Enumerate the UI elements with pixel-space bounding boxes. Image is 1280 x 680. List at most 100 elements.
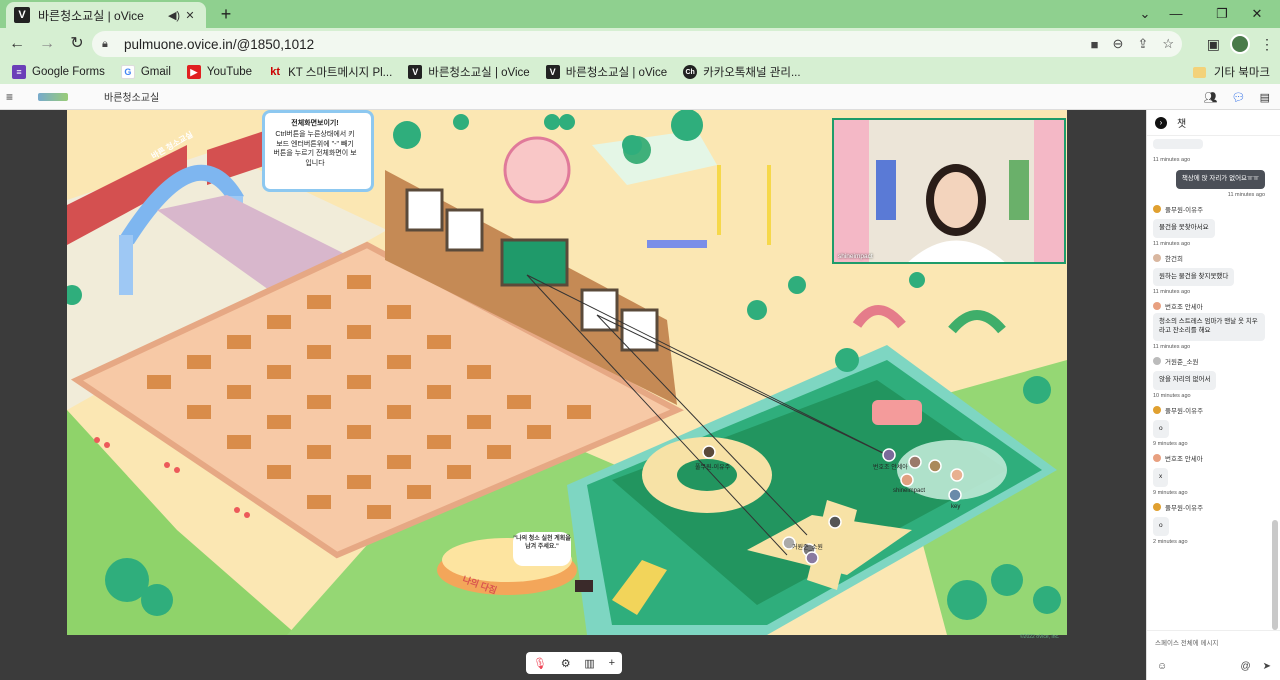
pulmuone-logo[interactable] bbox=[38, 92, 68, 101]
map-icon[interactable]: ▥ bbox=[584, 657, 594, 670]
zoom-icon[interactable]: ⊖ bbox=[1113, 36, 1124, 52]
reload-button[interactable]: ↻ bbox=[64, 31, 90, 57]
back-button[interactable]: ← bbox=[4, 31, 30, 57]
fullscreen-notice[interactable]: 전체화면보이기! Ctrl버튼을 누른상태에서 키보드 엔터버튼위에 "-" 빼… bbox=[262, 110, 374, 192]
chevron-right-icon[interactable]: › bbox=[1155, 116, 1167, 129]
browser-tab[interactable]: V 바른청소교실 | oVice ◀) ✕ bbox=[6, 2, 206, 28]
bookmark-label: YouTube bbox=[206, 66, 253, 78]
bookmark-label: 바른청소교실 | oVice bbox=[565, 67, 668, 79]
chat-message-list[interactable]: 11 minutes ago 책상에 앉 자리가 없어요ㅠㅠ 11 minute… bbox=[1147, 136, 1269, 630]
bookmark-label: Google Forms bbox=[32, 66, 105, 78]
message-bubble: 책상에 앉 자리가 없어요ㅠㅠ bbox=[1175, 170, 1265, 189]
sender-name: 풀무원-이유주 bbox=[1165, 505, 1204, 513]
user-label[interactable]: key bbox=[951, 504, 960, 510]
add-icon[interactable]: + bbox=[609, 657, 615, 669]
members-icon[interactable]: 👥︎ bbox=[1204, 91, 1218, 104]
message-bubble: 앉을 자리의 없어서 bbox=[1153, 370, 1217, 390]
sender-name: 번호조 안세아 bbox=[1165, 456, 1203, 464]
kebab-menu-icon[interactable]: ⋮ bbox=[1260, 36, 1274, 53]
ovice-favicon-icon: V bbox=[14, 7, 30, 23]
bookmark-label: 카카오톡채널 관리... bbox=[703, 67, 801, 79]
bookmark-ovice-2[interactable]: V 바른청소교실 | oVice bbox=[545, 64, 668, 80]
forms-icon: ≡ bbox=[12, 65, 26, 79]
camera-icon[interactable]: ■ bbox=[1091, 37, 1099, 52]
youtube-icon: ▶ bbox=[186, 65, 201, 79]
message-time: 2 minutes ago bbox=[1153, 538, 1188, 545]
message-time: 11 minutes ago bbox=[1227, 191, 1265, 198]
sidebar-icon[interactable]: ▣ bbox=[1207, 36, 1220, 53]
message-bubble: o bbox=[1153, 419, 1169, 439]
minimize-button[interactable]: — bbox=[1153, 0, 1199, 28]
new-tab-button[interactable]: + bbox=[216, 4, 236, 24]
message-bubble: 원하는 물건을 찾지못했다 bbox=[1153, 267, 1235, 287]
sender-name: 한건희 bbox=[1165, 255, 1183, 263]
bookmark-youtube[interactable]: ▶ YouTube bbox=[186, 65, 253, 79]
bookmarks-bar: ≡ Google Forms G Gmail ▶ YouTube kt KT 스… bbox=[0, 60, 1280, 84]
hamburger-menu-icon[interactable]: ≡ bbox=[6, 90, 20, 104]
chat-message: 11 minutes ago bbox=[1153, 136, 1269, 163]
google-icon: G bbox=[120, 65, 135, 79]
bookmark-gmail[interactable]: G Gmail bbox=[120, 65, 171, 79]
settings-gear-icon[interactable]: ⚙︎ bbox=[561, 657, 571, 670]
profile-avatar[interactable] bbox=[1230, 34, 1250, 54]
map-copyright: ©2022 oVice, Inc. bbox=[1020, 634, 1060, 640]
video-tile[interactable]: shineimpact bbox=[832, 118, 1066, 264]
message-time: 9 minutes ago bbox=[1153, 441, 1188, 448]
bookmark-label: 바른청소교실 | oVice bbox=[428, 67, 530, 79]
chat-input[interactable]: 스페이스 전체에 메시지 ☺ @ ➤ bbox=[1147, 630, 1280, 680]
send-icon[interactable]: ➤ bbox=[1263, 661, 1271, 672]
avatar bbox=[1153, 503, 1161, 512]
message-bubble: 물건을 못찾아서요 bbox=[1153, 218, 1215, 238]
chat-message: 풀무원-이유주 o 2 minutes ago bbox=[1153, 500, 1269, 545]
address-bar[interactable]: 🔒︎ pulmuone.ovice.in/@1850,1012 ■ ⊖ ⇪ ☆ bbox=[92, 31, 1182, 57]
message-bubble: 청소의 스트레스 엄마가 맨날 옷 치우라고 잔소리를 해요 bbox=[1153, 313, 1265, 341]
avatar bbox=[1153, 356, 1161, 365]
forward-button[interactable]: → bbox=[34, 31, 60, 57]
board-icon[interactable]: ▤ bbox=[1260, 91, 1270, 104]
chat-toggle-icon[interactable]: 💬︎ bbox=[1232, 91, 1246, 104]
kt-icon: kt bbox=[270, 66, 280, 78]
user-label[interactable]: 풀무원-이유주 bbox=[695, 462, 730, 471]
kakao-icon: Ch bbox=[683, 65, 698, 79]
bookmark-google-forms[interactable]: ≡ Google Forms bbox=[12, 65, 105, 79]
user-label[interactable]: 번호조 안세아 bbox=[873, 462, 908, 471]
message-time: 11 minutes ago bbox=[1153, 157, 1191, 163]
browser-toolbar: ← → ↻ 🔒︎ pulmuone.ovice.in/@1850,1012 ■ … bbox=[0, 28, 1280, 60]
message-bubble: o bbox=[1153, 517, 1169, 536]
user-label[interactable]: 거원준_소원 bbox=[792, 542, 823, 551]
user-label[interactable]: shineimpact bbox=[893, 488, 925, 494]
chat-header: › 챗 bbox=[1147, 110, 1280, 136]
tab-title: 바른청소교실 | oVice bbox=[38, 8, 144, 23]
chat-input-placeholder: 스페이스 전체에 메시지 bbox=[1155, 640, 1219, 647]
chat-title: 챗 bbox=[1177, 119, 1187, 130]
avatar bbox=[1153, 204, 1161, 213]
mention-icon[interactable]: @ bbox=[1240, 661, 1250, 672]
avatar bbox=[1153, 302, 1161, 311]
bookmark-ovice-1[interactable]: V 바른청소교실 | oVice bbox=[408, 64, 530, 80]
mic-muted-icon[interactable]: 🎙︎ bbox=[533, 657, 547, 670]
tab-strip: V 바른청소교실 | oVice ◀) ✕ + ⌄ — ❐ ✕ bbox=[0, 0, 1280, 28]
chat-message: 번호조 안세아 x 9 minutes ago bbox=[1153, 451, 1269, 496]
lock-icon[interactable]: 🔒︎ bbox=[102, 38, 116, 51]
speaker-icon[interactable]: ◀) bbox=[166, 9, 182, 22]
emoji-icon[interactable]: ☺ bbox=[1157, 661, 1167, 672]
bookmark-kakao[interactable]: Ch 카카오톡채널 관리... bbox=[683, 64, 801, 80]
ovice-icon: V bbox=[545, 65, 560, 79]
share-icon[interactable]: ⇪ bbox=[1137, 36, 1148, 52]
other-bookmarks[interactable]: 기타 북마크 bbox=[1192, 64, 1270, 80]
avatar bbox=[1153, 454, 1161, 463]
bookmark-star-icon[interactable]: ☆ bbox=[1162, 36, 1174, 52]
chat-message: 한건희 원하는 물건을 찾지못했다 11 minutes ago bbox=[1153, 251, 1269, 295]
bookmark-label: Gmail bbox=[140, 66, 171, 78]
scrollbar-thumb[interactable] bbox=[1272, 520, 1278, 630]
bookmark-kt[interactable]: kt KT 스마트메시지 Pl... bbox=[268, 64, 392, 80]
folder-icon bbox=[1192, 66, 1206, 78]
close-tab-icon[interactable]: ✕ bbox=[182, 9, 198, 22]
url-text: pulmuone.ovice.in/@1850,1012 bbox=[124, 36, 315, 52]
chat-scrollbar[interactable] bbox=[1272, 140, 1278, 630]
virtual-space-stage: 전체화면보이기! Ctrl버튼을 누른상태에서 키보드 엔터버튼위에 "-" 빼… bbox=[0, 110, 1146, 680]
close-window-button[interactable]: ✕ bbox=[1234, 0, 1280, 28]
sender-name: 번호조 안세아 bbox=[1165, 304, 1203, 312]
webcam-feed bbox=[834, 120, 1064, 262]
chat-panel: › 챗 11 minutes ago 책상에 앉 자리가 없어요ㅠㅠ 11 mi… bbox=[1146, 110, 1280, 680]
